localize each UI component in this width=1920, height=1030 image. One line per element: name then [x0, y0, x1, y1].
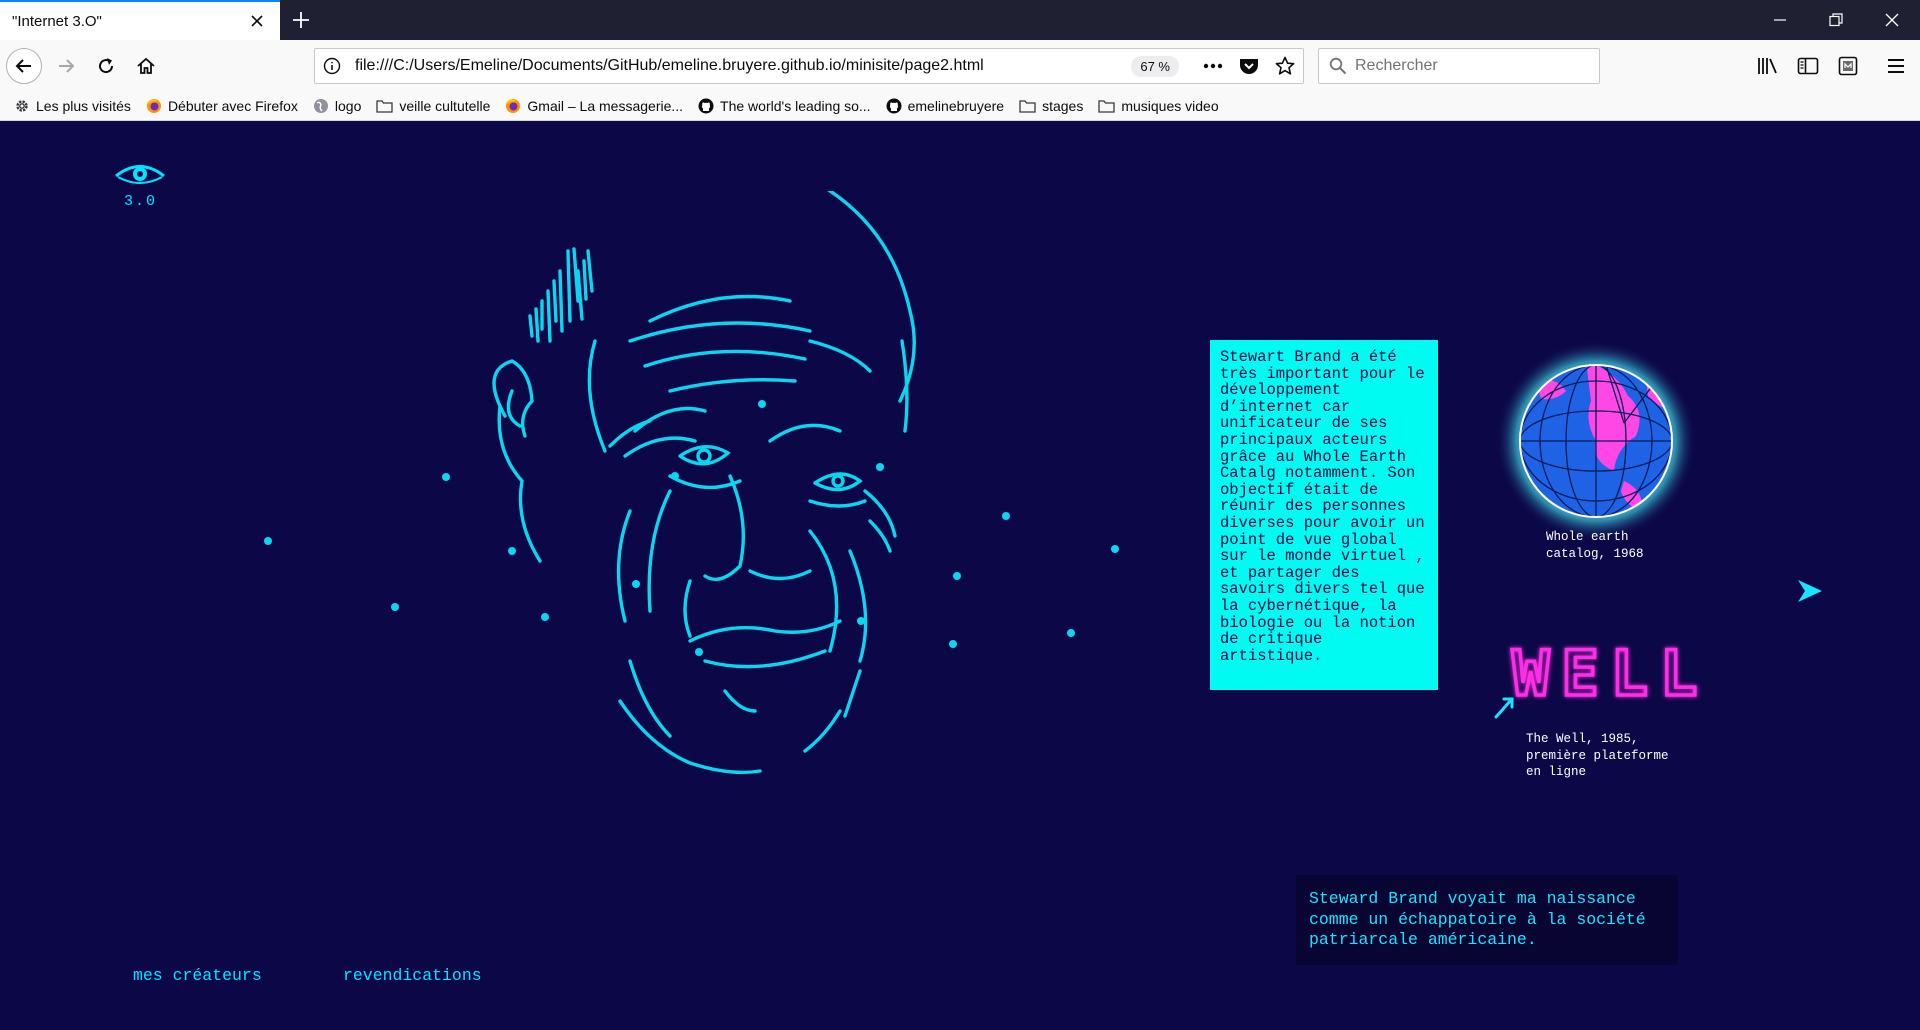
github-icon — [886, 98, 902, 114]
menu-icon[interactable] — [1880, 50, 1912, 82]
bookmark-item[interactable]: logo — [313, 98, 361, 114]
bookmark-label: emelinebruyere — [907, 98, 1005, 114]
bookmark-item[interactable]: Les plus visités — [14, 98, 131, 114]
bookmark-item[interactable]: The world's leading so... — [698, 98, 871, 114]
bookmarks-toolbar: Les plus visités Débuter avec Firefox lo… — [0, 92, 1920, 121]
page-content: 3.0 Stewart Brand a été très important p… — [0, 121, 1920, 1030]
globe-caption: Whole earth catalog, 1968 — [1546, 530, 1644, 561]
extension-icon[interactable] — [1832, 50, 1864, 82]
bookmark-item[interactable]: Débuter avec Firefox — [146, 98, 298, 114]
well-logo[interactable]: WELL — [1490, 639, 1710, 719]
portrait-illustration — [264, 191, 1119, 775]
github-icon — [698, 98, 714, 114]
url-text[interactable]: file:///C:/Users/Emeline/Documents/GitHu… — [349, 57, 1131, 75]
bookmark-label: veille cultutelle — [399, 98, 491, 114]
search-bar[interactable]: Rechercher — [1318, 48, 1600, 84]
zoom-level[interactable]: 67 % — [1131, 55, 1179, 77]
well-logo-text: WELL — [1512, 639, 1709, 710]
folder-icon — [376, 100, 394, 113]
gear-icon — [16, 100, 28, 112]
home-icon — [137, 57, 155, 74]
url-bar[interactable]: file:///C:/Users/Emeline/Documents/GitHu… — [314, 48, 1304, 84]
bookmark-label: logo — [334, 98, 362, 114]
tab-title: "Internet 3.O" — [12, 12, 102, 30]
globe-image[interactable] — [1496, 341, 1696, 541]
eye-logo-icon[interactable] — [114, 161, 166, 191]
page-actions-icon[interactable] — [1195, 49, 1231, 83]
bookmark-item[interactable]: stages — [1019, 98, 1083, 114]
search-icon — [1329, 57, 1347, 75]
bookmark-label: musiques video — [1121, 98, 1219, 114]
bookmark-label: Gmail – La messagerie... — [527, 98, 684, 114]
logo-text: 3.0 — [124, 193, 158, 210]
firefox-icon — [506, 99, 521, 113]
reload-button[interactable] — [88, 48, 124, 84]
link-revendications[interactable]: revendications — [343, 966, 482, 985]
reload-icon — [99, 58, 114, 74]
folder-icon — [1098, 100, 1115, 113]
home-button[interactable] — [128, 48, 164, 84]
active-tab[interactable]: "Internet 3.O" — [0, 0, 280, 40]
library-icon[interactable] — [1752, 50, 1784, 82]
pointer-arrow-icon — [1494, 697, 1514, 719]
restore-icon[interactable] — [1808, 0, 1864, 40]
site-info-icon[interactable] — [315, 57, 349, 75]
link-mes-createurs[interactable]: mes créateurs — [133, 966, 262, 985]
bookmark-label: Débuter avec Firefox — [167, 98, 298, 114]
bookmark-label: stages — [1042, 98, 1084, 114]
quote-box: Steward Brand voyait ma naissance comme … — [1296, 875, 1678, 965]
bookmark-item[interactable]: musiques video — [1098, 98, 1219, 114]
well-caption: The Well, 1985, première plateforme en l… — [1526, 732, 1669, 779]
bookmark-label: Les plus visités — [36, 98, 131, 114]
bookmark-item[interactable]: emelinebruyere — [886, 98, 1005, 114]
back-button[interactable] — [6, 48, 42, 84]
new-tab-icon[interactable] — [286, 5, 316, 35]
bookmark-item[interactable]: Gmail – La messagerie... — [505, 98, 683, 114]
navigation-toolbar: file:///C:/Users/Emeline/Documents/GitHu… — [0, 40, 1920, 92]
close-tab-icon[interactable] — [246, 10, 268, 32]
next-arrow-icon[interactable] — [1794, 576, 1824, 606]
pocket-icon[interactable] — [1231, 49, 1267, 83]
close-window-icon[interactable] — [1864, 0, 1920, 40]
bookmark-label: The world's leading so... — [720, 98, 871, 114]
info-text-box: Stewart Brand a été très important pour … — [1210, 340, 1438, 690]
firefox-icon — [146, 99, 161, 113]
back-arrow-icon — [15, 59, 31, 73]
folder-icon — [1019, 100, 1036, 113]
globe-icon — [313, 99, 328, 113]
bookmark-item[interactable]: veille cultutelle — [376, 98, 490, 114]
forward-button[interactable] — [48, 48, 84, 84]
forward-arrow-icon — [59, 59, 75, 73]
bookmark-star-icon[interactable] — [1267, 49, 1303, 83]
tab-bar: "Internet 3.O" — [0, 0, 1920, 40]
minimize-icon[interactable] — [1752, 0, 1808, 40]
search-input[interactable]: Rechercher — [1355, 57, 1438, 75]
sidebar-icon[interactable] — [1792, 50, 1824, 82]
